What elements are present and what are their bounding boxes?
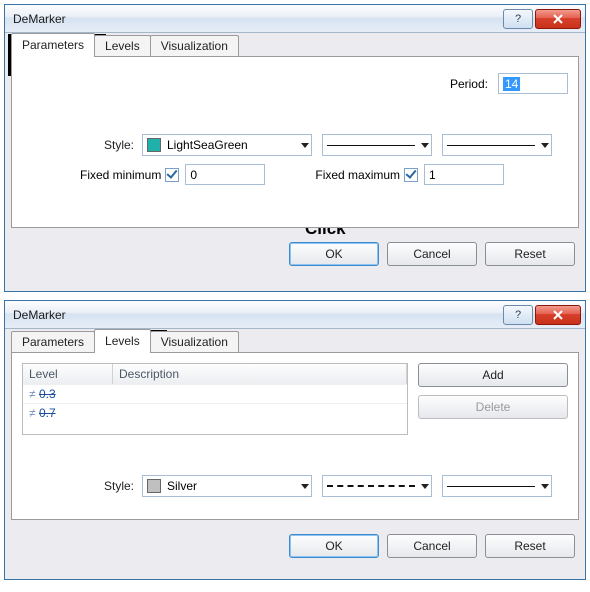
reset-button[interactable]: Reset — [485, 534, 575, 558]
close-icon — [552, 13, 564, 25]
parameters-panel: Period: 14 Style: LightSeaGreen F — [11, 56, 579, 228]
tab-strip: Parameters Levels Visualization — [5, 33, 585, 57]
levels-table[interactable]: Level Description ≠ 0.3 ≠ 0.7 — [22, 363, 408, 435]
fixed-min-checkbox[interactable] — [165, 168, 179, 182]
style-color-combo[interactable]: LightSeaGreen — [142, 134, 312, 156]
tab-levels[interactable]: Levels — [94, 35, 151, 57]
chevron-down-icon — [421, 143, 429, 148]
close-icon — [552, 309, 564, 321]
delete-button[interactable]: Delete — [418, 395, 568, 419]
period-input[interactable]: 14 — [498, 73, 568, 94]
fixed-min-input[interactable]: 0 — [185, 164, 265, 185]
tab-parameters[interactable]: Parameters — [11, 33, 95, 57]
cancel-button[interactable]: Cancel — [387, 242, 477, 266]
cancel-button[interactable]: Cancel — [387, 534, 477, 558]
demarker-parameters-dialog: DeMarker ? Parameters Levels Visualizati… — [4, 4, 586, 292]
fixed-max-label: Fixed maximum — [315, 168, 400, 182]
fixed-max-checkbox[interactable] — [404, 168, 418, 182]
add-button[interactable]: Add — [418, 363, 568, 387]
style-color-combo[interactable]: Silver — [142, 475, 312, 497]
line-style-icon — [327, 145, 415, 146]
col-description: Description — [113, 364, 407, 384]
line-style-icon — [327, 485, 415, 487]
help-button[interactable]: ? — [503, 9, 533, 29]
levels-panel: Level Description ≠ 0.3 ≠ 0.7 Add Delet — [11, 352, 579, 520]
chevron-down-icon — [301, 143, 309, 148]
title-bar: DeMarker ? — [5, 301, 585, 329]
close-button[interactable] — [535, 305, 581, 325]
line-width-icon — [447, 145, 535, 146]
ok-button[interactable]: OK — [289, 534, 379, 558]
help-button[interactable]: ? — [503, 305, 533, 325]
style-label: Style: — [22, 138, 142, 152]
col-level: Level — [23, 364, 113, 384]
style-line-combo[interactable] — [322, 134, 432, 156]
close-button[interactable] — [535, 9, 581, 29]
tab-strip: Parameters Levels Visualization — [5, 329, 585, 353]
ok-button[interactable]: OK — [289, 242, 379, 266]
style-color-value: Silver — [167, 479, 197, 493]
style-width-combo[interactable] — [442, 475, 552, 497]
style-line-combo[interactable] — [322, 475, 432, 497]
style-color-value: LightSeaGreen — [167, 138, 248, 152]
fixed-max-input[interactable]: 1 — [424, 164, 504, 185]
tab-parameters[interactable]: Parameters — [11, 331, 95, 353]
fixed-min-label: Fixed minimum — [80, 168, 161, 182]
button-bar: OK Cancel Reset — [5, 526, 585, 566]
line-width-icon — [447, 486, 535, 487]
chevron-down-icon — [541, 143, 549, 148]
demarker-levels-dialog: DeMarker ? Parameters Levels Visualizati… — [4, 300, 586, 580]
chevron-down-icon — [541, 484, 549, 489]
style-label: Style: — [22, 479, 142, 493]
button-bar: OK Cancel Reset — [5, 234, 585, 274]
chevron-down-icon — [421, 484, 429, 489]
window-title: DeMarker — [13, 12, 501, 26]
table-row[interactable]: ≠ 0.3 — [23, 384, 407, 403]
tab-visualization[interactable]: Visualization — [150, 35, 239, 57]
color-swatch-icon — [147, 138, 161, 152]
style-width-combo[interactable] — [442, 134, 552, 156]
tab-levels[interactable]: Levels — [94, 329, 151, 353]
title-bar: DeMarker ? — [5, 5, 585, 33]
color-swatch-icon — [147, 479, 161, 493]
chevron-down-icon — [301, 484, 309, 489]
period-label: Period: — [450, 77, 488, 91]
table-row[interactable]: ≠ 0.7 — [23, 403, 407, 422]
reset-button[interactable]: Reset — [485, 242, 575, 266]
tab-visualization[interactable]: Visualization — [150, 331, 239, 353]
window-title: DeMarker — [13, 308, 501, 322]
